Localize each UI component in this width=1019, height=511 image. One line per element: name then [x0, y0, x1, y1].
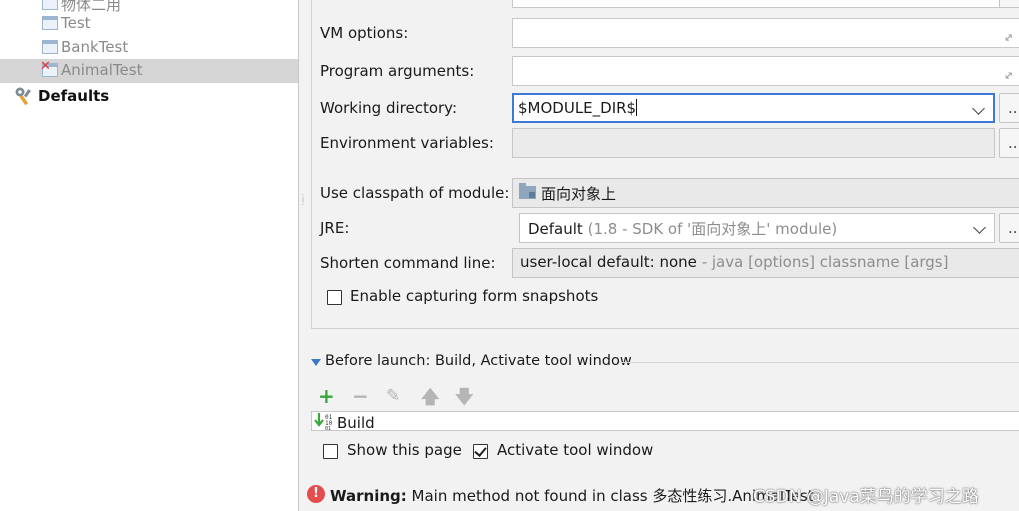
task-label: Build: [337, 414, 375, 432]
snapshots-label: Enable capturing form snapshots: [350, 287, 599, 305]
wrench-icon: [15, 87, 31, 106]
environment-variables-browse-button[interactable]: ...: [999, 128, 1019, 158]
class-config-icon: [42, 40, 58, 54]
task-row-build[interactable]: 01 10 01 Build: [312, 412, 1019, 432]
environment-variables-label: Environment variables:: [320, 134, 494, 152]
expand-icon[interactable]: ↔: [1001, 30, 1017, 46]
show-page-label: Show this page: [347, 441, 462, 459]
add-icon[interactable]: +: [318, 384, 335, 408]
watermark: CSDN @Java菜鸟的学习之路: [753, 487, 979, 507]
before-launch-title: Before launch: Build, Activate tool wind…: [325, 353, 632, 369]
edit-pencil-icon[interactable]: ✎: [386, 386, 400, 406]
environment-variables-input[interactable]: [512, 128, 995, 158]
activate-tool-window-label: Activate tool window: [497, 441, 654, 459]
run-config-tree: 物体二用 Test BankTest ✕ AnimalTest Defaults: [0, 0, 299, 511]
class-config-error-icon: ✕: [40, 59, 58, 77]
tree-item-test[interactable]: Test: [0, 12, 298, 36]
shorten-hint: - java [options] classname [args]: [701, 253, 949, 271]
collapse-triangle-icon[interactable]: [311, 359, 321, 366]
before-launch-task-list: 01 10 01 Build: [311, 411, 1019, 432]
working-directory-browse-button[interactable]: ...: [999, 93, 1019, 123]
chevron-down-icon[interactable]: [972, 102, 985, 115]
jre-label: JRE:: [320, 219, 350, 237]
splitter-handle[interactable]: ⋮ ⋮: [299, 194, 307, 212]
error-icon: !: [307, 485, 325, 503]
tree-item-banktest[interactable]: BankTest: [0, 36, 298, 60]
classpath-module-value: 面向对象上: [541, 185, 617, 203]
chevron-down-icon[interactable]: [973, 221, 986, 234]
config-panel: ⋮ ⋮ VM options: ↔ Program arguments: ↔ Wo…: [299, 0, 1019, 511]
classpath-label: Use classpath of module:: [320, 184, 510, 202]
program-arguments-label: Program arguments:: [320, 62, 475, 80]
classpath-module-select[interactable]: 面向对象上: [512, 178, 1019, 208]
vm-options-input[interactable]: ↔: [512, 18, 1019, 48]
jre-hint: (1.8 - SDK of '面向对象上' module): [587, 220, 838, 238]
defaults-label: Defaults: [38, 87, 110, 105]
module-icon: [519, 183, 536, 199]
vm-options-label: VM options:: [320, 24, 409, 42]
shorten-command-line-label: Shorten command line:: [320, 254, 496, 272]
activate-tool-window-checkbox[interactable]: [473, 444, 488, 459]
build-icon: 01 10 01: [314, 413, 333, 430]
main-class-field[interactable]: [512, 0, 1019, 8]
jre-select[interactable]: Default (1.8 - SDK of '面向对象上' module): [519, 213, 995, 243]
show-page-checkbox[interactable]: [323, 444, 338, 459]
working-directory-label: Working directory:: [320, 99, 458, 117]
program-arguments-input[interactable]: ↔: [512, 56, 1019, 86]
warning-message: Warning: Main method not found in class …: [330, 487, 814, 505]
config-group-border: [311, 0, 1019, 329]
shorten-value: user-local default: none: [520, 253, 697, 271]
tree-item-animaltest[interactable]: ✕ AnimalTest: [0, 59, 298, 83]
svg-text:01: 01: [325, 426, 331, 430]
expand-icon[interactable]: ↔: [1001, 68, 1017, 84]
jre-browse-button[interactable]: ...: [999, 213, 1019, 243]
snapshots-checkbox[interactable]: [327, 290, 342, 305]
remove-icon[interactable]: −: [352, 384, 369, 408]
tree-item-defaults[interactable]: Defaults: [0, 84, 298, 108]
shorten-command-line-select[interactable]: user-local default: none - java [options…: [512, 248, 1019, 278]
class-config-icon: [42, 0, 58, 10]
tree-item-label: BankTest: [61, 38, 129, 56]
main-class-browse-button[interactable]: [999, 0, 1019, 8]
tree-item-label: AnimalTest: [61, 61, 143, 79]
jre-value: Default: [528, 220, 583, 238]
class-config-icon: [42, 16, 58, 30]
working-directory-combo[interactable]: $MODULE_DIR$: [512, 93, 995, 123]
tree-item-label: Test: [61, 14, 91, 32]
section-divider: [619, 362, 1019, 363]
working-directory-value: $MODULE_DIR$: [518, 99, 637, 117]
